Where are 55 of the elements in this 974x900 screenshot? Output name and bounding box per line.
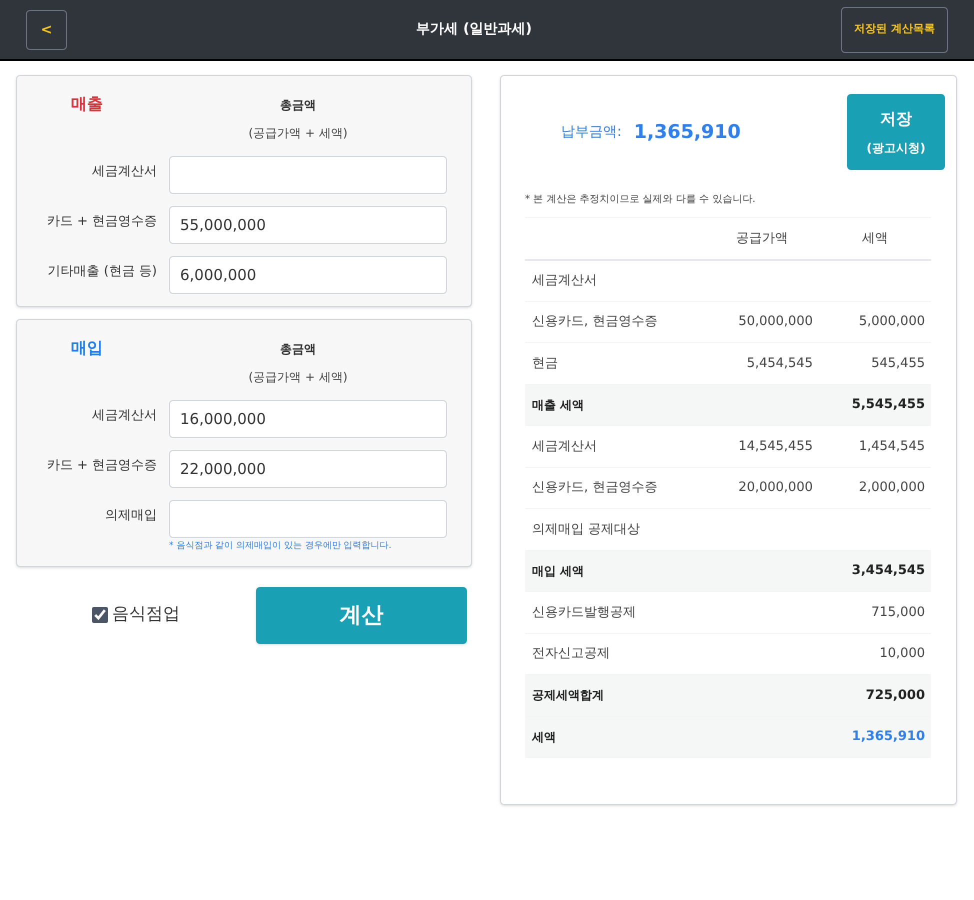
row-label: 공제세액합계 bbox=[532, 688, 604, 702]
field-label: 카드 + 현금영수증 bbox=[46, 213, 157, 231]
field-label: 의제매입 bbox=[104, 507, 157, 525]
payment-label: 납부금액: bbox=[561, 122, 622, 142]
row-label: 세금계산서 bbox=[532, 438, 597, 454]
total-sublabel: (공급가액 + 세액) bbox=[248, 369, 348, 386]
tax-value: 5,000,000 bbox=[858, 314, 925, 329]
tax-value: 3,454,545 bbox=[852, 563, 925, 578]
tax-value: 545,455 bbox=[871, 356, 925, 370]
tax-value: 1,454,545 bbox=[858, 438, 925, 454]
row-label: 현금 bbox=[532, 356, 558, 370]
row-label: 신용카드발행공제 bbox=[532, 604, 636, 620]
saved-list-button[interactable]: 저장된 계산목록 bbox=[841, 6, 948, 52]
restaurant-checkbox[interactable] bbox=[92, 607, 108, 623]
tax-value: 10,000 bbox=[880, 646, 925, 661]
row-label: 세금계산서 bbox=[532, 272, 597, 288]
total-sublabel: (공급가액 + 세액) bbox=[248, 125, 348, 142]
row-label: 전자신고공제 bbox=[532, 646, 610, 661]
section-title: 매입 bbox=[70, 337, 104, 359]
tax-value: 5,545,455 bbox=[852, 397, 925, 412]
section-title: 매출 bbox=[70, 93, 104, 115]
tax-value: 715,000 bbox=[871, 604, 925, 620]
supply-value: 50,000,000 bbox=[738, 314, 813, 329]
page-title: 부가세 (일반과세) bbox=[416, 20, 532, 39]
amount-field[interactable]: 16,000,000 bbox=[169, 400, 447, 438]
tax-value: 2,000,000 bbox=[858, 480, 925, 495]
amount-field[interactable]: 22,000,000 bbox=[169, 450, 447, 488]
column-header: 세액 bbox=[818, 218, 931, 260]
notice-text: * 본 계산은 추정치이므로 실제와 다를 수 있습니다. bbox=[525, 193, 756, 207]
field-label: 카드 + 현금영수증 bbox=[46, 457, 157, 475]
column-header: 공급가액 bbox=[705, 218, 819, 260]
field-label: 세금계산서 bbox=[91, 407, 157, 425]
tax-value: 725,000 bbox=[866, 688, 925, 702]
payment-amount: 1,365,910 bbox=[634, 120, 741, 145]
row-label: 신용카드, 현금영수증 bbox=[532, 314, 658, 329]
row-label: 매출 세액 bbox=[532, 398, 584, 412]
supply-value: 20,000,000 bbox=[738, 480, 813, 495]
row-label: 의제매입 공제대상 bbox=[532, 522, 640, 536]
supply-value: 14,545,455 bbox=[738, 438, 813, 454]
amount-field[interactable]: 55,000,000 bbox=[169, 206, 447, 244]
field-label: 기타매출 (현금 등) bbox=[46, 263, 157, 281]
tax-value: 1,365,910 bbox=[852, 729, 925, 744]
back-button[interactable]: < bbox=[26, 10, 67, 50]
total-label: 총금액 bbox=[280, 97, 316, 114]
row-label: 세액 bbox=[532, 730, 556, 744]
field-label: 세금계산서 bbox=[91, 163, 157, 181]
amount-field[interactable]: 6,000,000 bbox=[169, 256, 447, 294]
amount-field[interactable] bbox=[169, 500, 447, 538]
checkbox-label[interactable]: 음식점업 bbox=[112, 602, 180, 628]
amount-field[interactable] bbox=[169, 156, 447, 194]
total-label: 총금액 bbox=[280, 341, 316, 358]
row-label: 매입 세액 bbox=[532, 564, 584, 578]
field-note: * 음식점과 같이 의제매입이 있는 경우에만 입력합니다. bbox=[169, 540, 393, 553]
row-label: 신용카드, 현금영수증 bbox=[532, 480, 658, 495]
supply-value: 5,454,545 bbox=[746, 356, 813, 370]
